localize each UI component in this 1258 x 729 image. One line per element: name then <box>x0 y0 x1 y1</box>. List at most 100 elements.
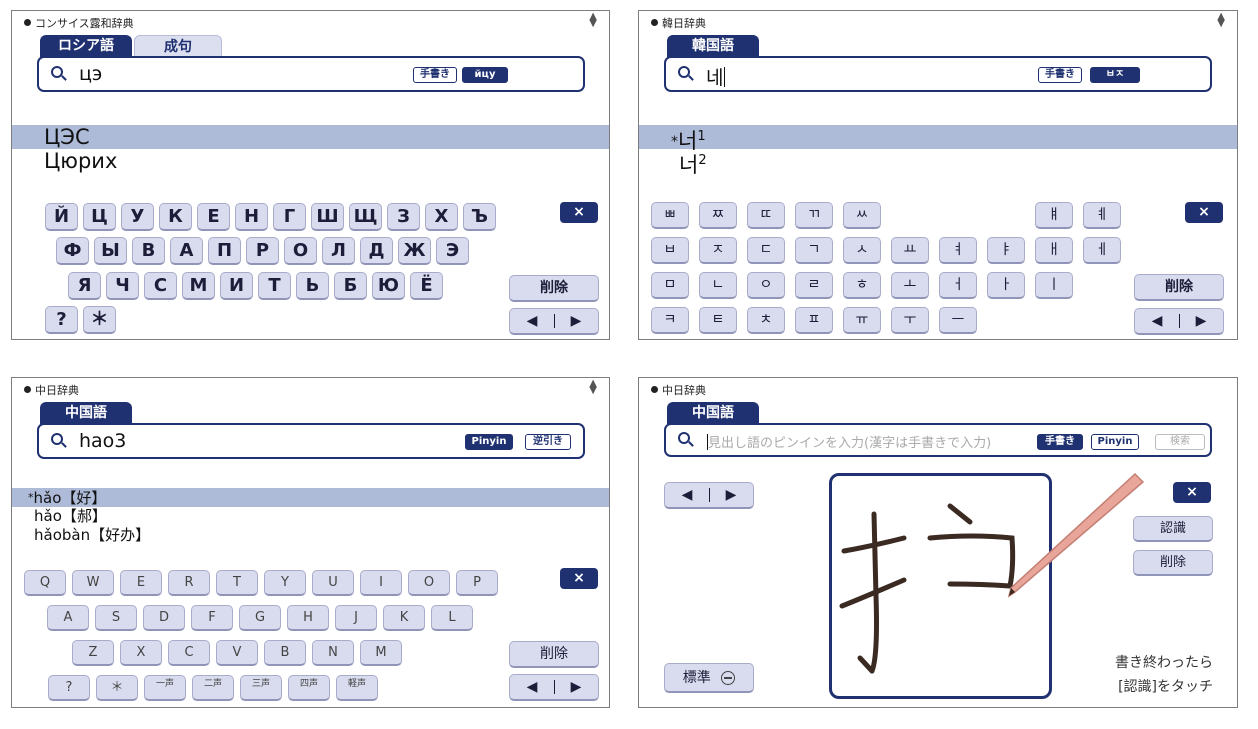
close-keyboard-button[interactable]: × <box>560 568 598 589</box>
keyboard-key[interactable]: ㅁ <box>651 272 689 299</box>
keyboard-key[interactable]: Я <box>68 272 101 300</box>
keyboard-key[interactable]: ㅍ <box>795 307 833 334</box>
keyboard-key[interactable]: ㅌ <box>699 307 737 334</box>
keyboard-key[interactable]: J <box>335 605 377 631</box>
keyboard-key[interactable]: ㅅ <box>843 237 881 264</box>
keyboard-key[interactable]: M <box>360 640 402 666</box>
keyboard-key[interactable]: З <box>387 203 420 231</box>
keyboard-key[interactable]: М <box>182 272 215 300</box>
keyboard-key[interactable]: Ф <box>56 237 89 265</box>
keyboard-key[interactable]: ㅣ <box>1035 272 1073 299</box>
keyboard-key[interactable]: ㅠ <box>843 307 881 334</box>
keyboard-key[interactable]: ? <box>45 306 78 334</box>
keyboard-key[interactable]: Т <box>258 272 291 300</box>
keyboard-key[interactable]: И <box>220 272 253 300</box>
keyboard-key[interactable]: Ш <box>311 203 344 231</box>
keyboard-key[interactable]: 四声 <box>288 675 330 701</box>
layout-toggle-button[interactable]: ㅂㅈ <box>1090 67 1140 83</box>
search-box[interactable]: hao3 Pinyin 逆引き <box>37 423 585 459</box>
right-arrow-icon[interactable]: ▶ <box>709 483 753 507</box>
delete-button[interactable]: 削除 <box>509 641 599 668</box>
keyboard-key[interactable]: ㅡ <box>939 307 977 334</box>
pinyin-button[interactable]: Pinyin <box>465 434 513 450</box>
keyboard-key[interactable]: ㅆ <box>843 202 881 229</box>
keyboard-key[interactable]: С <box>144 272 177 300</box>
keyboard-key[interactable]: Ц <box>83 203 116 231</box>
keyboard-key[interactable]: X <box>120 640 162 666</box>
keyboard-key[interactable]: R <box>168 570 210 596</box>
keyboard-key[interactable]: ㅕ <box>939 237 977 264</box>
left-arrow-icon[interactable]: ◀ <box>665 483 709 507</box>
handwriting-button[interactable]: 手書き <box>1037 434 1083 450</box>
scroll-updown-icon[interactable]: ▲ ▼ <box>589 12 597 29</box>
keyboard-key[interactable]: Й <box>45 203 78 231</box>
keyboard-key[interactable]: H <box>287 605 329 631</box>
right-arrow-icon[interactable]: ▶ <box>1179 309 1223 333</box>
keyboard-key[interactable]: U <box>312 570 354 596</box>
keyboard-key[interactable]: Ы <box>94 237 127 265</box>
result-item[interactable]: hǎo【郝】 <box>12 507 609 526</box>
result-item[interactable]: hǎobàn【好办】 <box>12 526 609 545</box>
search-input[interactable]: 見出し語のピンインを入力(漢字は手書きで入力) <box>706 432 991 451</box>
keyboard-key[interactable]: А <box>170 237 203 265</box>
keyboard-key[interactable]: T <box>216 570 258 596</box>
keyboard-key[interactable]: Ю <box>372 272 405 300</box>
tab-korean[interactable]: 韓国語 <box>667 35 759 57</box>
keyboard-key[interactable]: W <box>72 570 114 596</box>
keyboard-key[interactable]: Е <box>197 203 230 231</box>
keyboard-key[interactable]: O <box>408 570 450 596</box>
keyboard-key[interactable]: ㅉ <box>699 202 737 229</box>
keyboard-key[interactable]: ㅂ <box>651 237 689 264</box>
pinyin-button[interactable]: Pinyin <box>1091 434 1139 450</box>
keyboard-key[interactable]: ㅐ <box>1035 237 1073 264</box>
search-input-text[interactable]: 네 <box>706 63 726 90</box>
result-item[interactable]: *너1 <box>639 125 1237 153</box>
cursor-arrows[interactable]: ◀ ▶ <box>664 482 754 509</box>
handwriting-button[interactable]: 手書き <box>1038 67 1082 83</box>
keyboard-key[interactable]: ㄴ <box>699 272 737 299</box>
left-arrow-icon[interactable]: ◀ <box>510 675 554 699</box>
keyboard-key[interactable]: ㅛ <box>891 237 929 264</box>
keyboard-key[interactable]: ㅈ <box>699 237 737 264</box>
result-item[interactable]: ЦЭС <box>12 125 609 149</box>
keyboard-key[interactable]: Д <box>360 237 393 265</box>
result-item[interactable]: 너2 <box>639 149 1237 177</box>
keyboard-key[interactable]: ㅊ <box>747 307 785 334</box>
delete-button[interactable]: 削除 <box>1134 274 1224 301</box>
keyboard-key[interactable]: ㅇ <box>747 272 785 299</box>
delete-button[interactable]: 削除 <box>509 275 599 302</box>
keyboard-key[interactable]: Y <box>264 570 306 596</box>
scroll-updown-icon[interactable]: ▲ ▼ <box>1217 12 1225 29</box>
keyboard-key[interactable]: 三声 <box>240 675 282 701</box>
keyboard-key[interactable]: C <box>168 640 210 666</box>
tab-chinese[interactable]: 中国語 <box>40 402 132 424</box>
keyboard-key[interactable]: D <box>143 605 185 631</box>
keyboard-key[interactable]: Э <box>436 237 469 265</box>
keyboard-key[interactable]: Ъ <box>463 203 496 231</box>
keyboard-key[interactable]: ㅒ <box>1035 202 1073 229</box>
cursor-arrows[interactable]: ◀ ▶ <box>509 674 599 701</box>
keyboard-key[interactable]: E <box>120 570 162 596</box>
keyboard-key[interactable]: ＊ <box>96 675 138 701</box>
keyboard-key[interactable]: Л <box>322 237 355 265</box>
result-item[interactable]: *hǎo【好】 <box>12 488 609 507</box>
keyboard-key[interactable]: ㅖ <box>1083 202 1121 229</box>
recognize-button[interactable]: 認識 <box>1133 516 1213 542</box>
tab-russian[interactable]: ロシア語 <box>40 35 132 57</box>
tab-chinese[interactable]: 中国語 <box>667 402 759 424</box>
keyboard-key[interactable]: Х <box>425 203 458 231</box>
keyboard-key[interactable]: P <box>456 570 498 596</box>
keyboard-key[interactable]: Б <box>334 272 367 300</box>
cursor-arrows[interactable]: ◀ ▶ <box>1134 308 1224 335</box>
layout-toggle-button[interactable]: йцу <box>462 67 508 83</box>
search-box[interactable]: 見出し語のピンインを入力(漢字は手書きで入力) 手書き Pinyin 検索 <box>664 423 1212 457</box>
close-canvas-button[interactable]: × <box>1173 482 1211 503</box>
keyboard-key[interactable]: Q <box>24 570 66 596</box>
right-arrow-icon[interactable]: ▶ <box>554 309 598 333</box>
cursor-arrows[interactable]: ◀ ▶ <box>509 308 599 335</box>
keyboard-key[interactable]: ㅓ <box>939 272 977 299</box>
delete-button[interactable]: 削除 <box>1133 550 1213 576</box>
right-arrow-icon[interactable]: ▶ <box>554 675 598 699</box>
scroll-updown-icon[interactable]: ▲ ▼ <box>589 379 597 396</box>
keyboard-key[interactable]: ㅔ <box>1083 237 1121 264</box>
